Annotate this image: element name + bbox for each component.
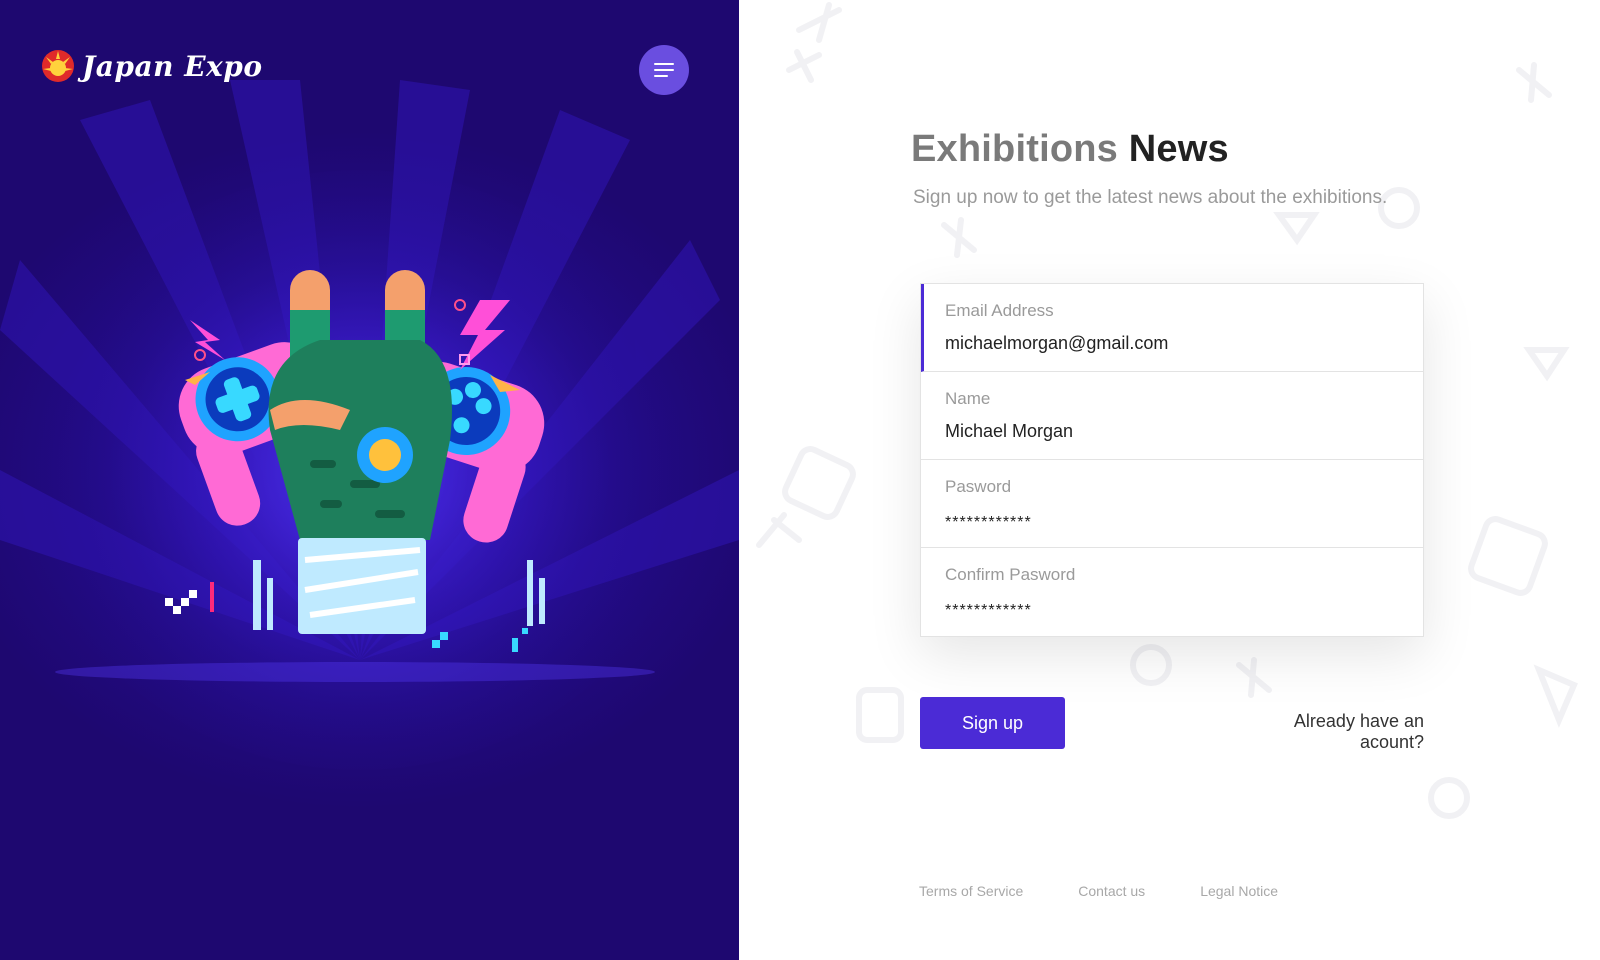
name-field-value[interactable]: Michael Morgan [945, 421, 1399, 442]
name-field[interactable]: Name Michael Morgan [921, 372, 1423, 460]
hero-panel: Japan Expo [0, 0, 739, 960]
page-subtitle: Sign up now to get the latest news about… [913, 187, 1388, 208]
signup-form: Email Address michaelmorgan@gmail.com Na… [920, 283, 1424, 637]
email-field-value[interactable]: michaelmorgan@gmail.com [945, 333, 1399, 354]
contact-us-link[interactable]: Contact us [1078, 883, 1145, 899]
password-field-label: Pasword [945, 477, 1012, 496]
sun-emblem-icon [42, 50, 74, 82]
legal-notice-link[interactable]: Legal Notice [1200, 883, 1278, 899]
name-field-label: Name [945, 389, 991, 408]
confirm-password-field[interactable]: Confirm Pasword ************ [921, 548, 1423, 636]
sign-up-button[interactable]: Sign up [920, 697, 1065, 749]
confirm-password-field-label: Confirm Pasword [945, 565, 1076, 584]
menu-button[interactable] [639, 45, 689, 95]
signup-panel: Exhibitions News Sign up now to get the … [739, 0, 1600, 960]
login-link[interactable]: Already have an acount? [1239, 711, 1424, 753]
email-field-label: Email Address [945, 301, 1054, 320]
confirm-password-field-value[interactable]: ************ [945, 602, 1399, 620]
page-title-bold: News [1128, 128, 1229, 170]
terms-of-service-link[interactable]: Terms of Service [919, 883, 1023, 899]
page-title: Exhibitions News [911, 128, 1229, 171]
footer-links: Terms of Service Contact us Legal Notice [919, 883, 1278, 899]
gamer-hand-with-controllers-illustration [165, 270, 545, 652]
brand-logo[interactable]: Japan Expo [40, 48, 263, 84]
email-field[interactable]: Email Address michaelmorgan@gmail.com [921, 284, 1423, 372]
password-field[interactable]: Pasword ************ [921, 460, 1423, 548]
hamburger-menu-icon [654, 63, 674, 65]
password-field-value[interactable]: ************ [945, 514, 1399, 532]
page-title-light: Exhibitions [911, 128, 1118, 170]
brand-name: Japan Expo [82, 49, 263, 83]
